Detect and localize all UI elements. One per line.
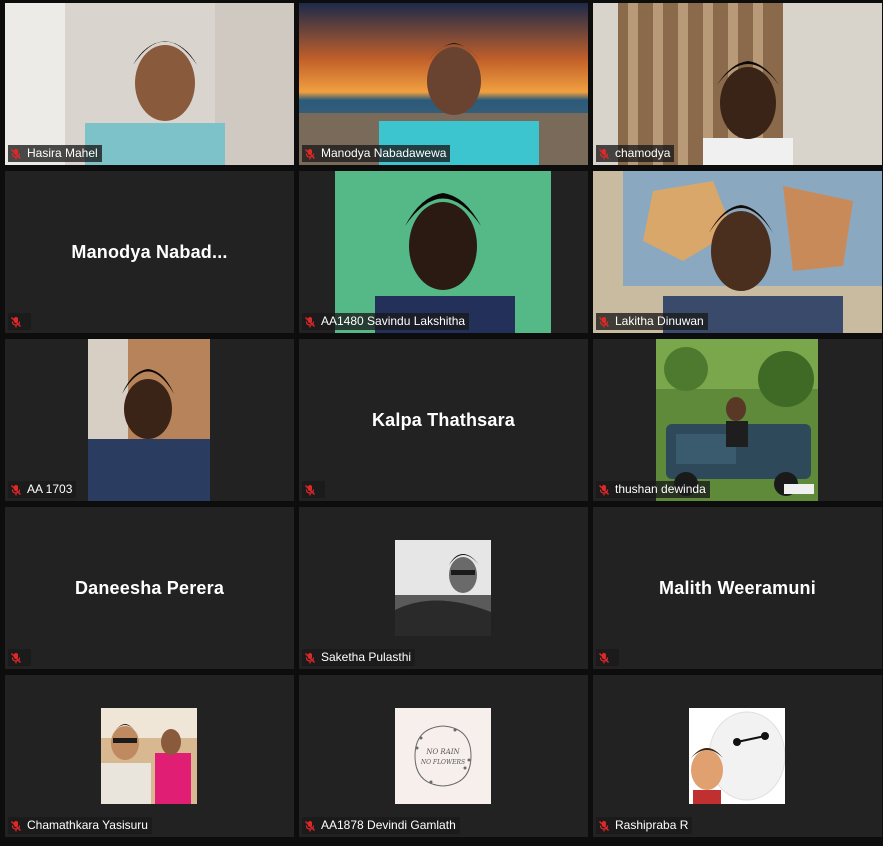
participant-tile[interactable]: Rashipraba R	[593, 675, 882, 837]
participant-video	[656, 339, 818, 501]
participant-tile[interactable]: chamodya	[593, 3, 882, 165]
participant-video	[5, 3, 294, 165]
participant-name-label: AA1480 Savindu Lakshitha	[302, 313, 470, 330]
participant-tile[interactable]: NO RAIN NO FLOWERS AA1878 Devindi Gamlat…	[299, 675, 588, 837]
participant-avatar	[395, 540, 491, 636]
participant-name: thushan dewinda	[615, 482, 706, 496]
participant-name: Chamathkara Yasisuru	[27, 818, 148, 832]
participant-tile[interactable]: AA 1703	[5, 339, 294, 501]
participant-video	[593, 3, 882, 165]
participant-display-name: Daneesha Perera	[74, 577, 225, 598]
participant-video	[335, 171, 551, 333]
muted-microphone-icon	[10, 148, 22, 160]
participant-tile[interactable]: Hasira Mahel	[5, 3, 294, 165]
participant-name-label: thushan dewinda	[596, 481, 710, 498]
participant-tile[interactable]: thushan dewinda	[593, 339, 882, 501]
muted-microphone-icon	[304, 484, 316, 496]
participant-name-label: Saketha Pulasthi	[302, 649, 416, 666]
participant-avatar	[689, 708, 785, 804]
participant-name: AA 1703	[27, 482, 73, 496]
participant-tile[interactable]: Daneesha Perera	[5, 507, 294, 669]
participant-display-name: Malith Weeramuni	[659, 577, 816, 598]
participant-name: Rashipraba R	[615, 818, 689, 832]
participant-name-label	[302, 481, 325, 498]
participant-tile[interactable]: Chamathkara Yasisuru	[5, 675, 294, 837]
participant-tile[interactable]: AA1480 Savindu Lakshitha	[299, 171, 588, 333]
participant-avatar	[101, 708, 197, 804]
avatar-text-line1: NO RAIN	[425, 748, 460, 756]
participant-name-label: AA 1703	[8, 481, 77, 498]
avatar-text-line2: NO FLOWERS	[420, 759, 465, 766]
participant-name-label: Chamathkara Yasisuru	[8, 817, 152, 834]
participant-name: Lakitha Dinuwan	[615, 314, 704, 328]
participant-name-label: Rashipraba R	[596, 817, 693, 834]
muted-microphone-icon	[598, 316, 610, 328]
muted-microphone-icon	[10, 316, 22, 328]
participant-tile[interactable]: Manodya Nabadawewa	[299, 3, 588, 165]
participant-name: Saketha Pulasthi	[321, 650, 412, 664]
participant-display-name: Kalpa Thathsara	[371, 409, 516, 430]
participant-name-label: chamodya	[596, 145, 675, 162]
muted-microphone-icon	[304, 652, 316, 664]
participant-name: Manodya Nabadawewa	[321, 146, 447, 160]
participant-name: AA1878 Devindi Gamlath	[321, 818, 456, 832]
muted-microphone-icon	[598, 820, 610, 832]
participant-tile[interactable]: Saketha Pulasthi	[299, 507, 588, 669]
participant-name-label	[8, 313, 31, 330]
participant-name: chamodya	[615, 146, 671, 160]
participant-tile[interactable]: Malith Weeramuni	[593, 507, 882, 669]
participant-name-label: Lakitha Dinuwan	[596, 313, 708, 330]
participant-tile[interactable]: Manodya Nabad...	[5, 171, 294, 333]
participant-video	[299, 3, 588, 165]
participant-name-label: AA1878 Devindi Gamlath	[302, 817, 460, 834]
muted-microphone-icon	[304, 148, 316, 160]
participant-name-label: Hasira Mahel	[8, 145, 102, 162]
participant-video	[593, 171, 882, 333]
participant-name: AA1480 Savindu Lakshitha	[321, 314, 466, 328]
muted-microphone-icon	[598, 148, 610, 160]
muted-microphone-icon	[304, 316, 316, 328]
muted-microphone-icon	[10, 484, 22, 496]
muted-microphone-icon	[598, 652, 610, 664]
muted-microphone-icon	[598, 484, 610, 496]
participant-video	[88, 339, 210, 501]
muted-microphone-icon	[10, 652, 22, 664]
participant-name-label	[8, 649, 31, 666]
muted-microphone-icon	[10, 820, 22, 832]
participant-tile[interactable]: Kalpa Thathsara	[299, 339, 588, 501]
participant-name: Hasira Mahel	[27, 146, 98, 160]
participant-display-name: Manodya Nabad...	[71, 241, 228, 262]
video-gallery: Hasira Mahel Manodya Nabadawewa chamodya…	[0, 0, 883, 846]
participant-name-label	[596, 649, 619, 666]
participant-avatar: NO RAIN NO FLOWERS	[395, 708, 491, 804]
participant-tile[interactable]: Lakitha Dinuwan	[593, 171, 882, 333]
muted-microphone-icon	[304, 820, 316, 832]
participant-name-label: Manodya Nabadawewa	[302, 145, 451, 162]
